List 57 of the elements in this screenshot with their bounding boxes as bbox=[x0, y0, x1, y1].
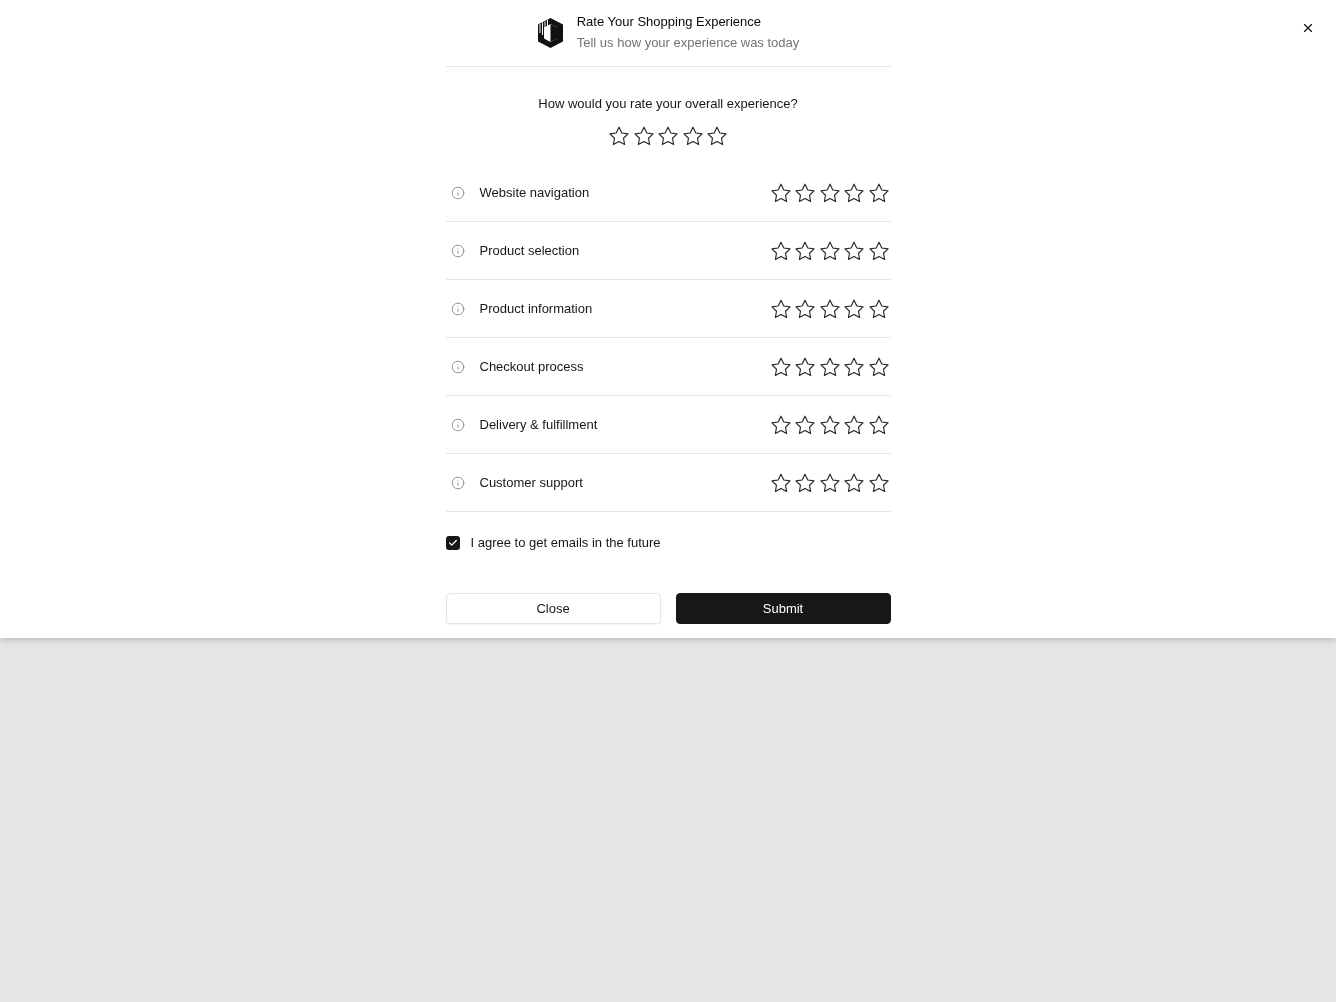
category-label: Checkout process bbox=[479, 357, 584, 376]
star-icon[interactable] bbox=[844, 472, 864, 493]
star-icon[interactable] bbox=[868, 356, 889, 377]
consent-label: I agree to get emails in the future bbox=[470, 534, 661, 552]
logo-icon bbox=[536, 16, 564, 49]
star-icon[interactable] bbox=[770, 472, 791, 493]
star-icon[interactable] bbox=[770, 182, 791, 203]
category-label: Customer support bbox=[479, 473, 583, 492]
info-icon[interactable] bbox=[450, 417, 465, 432]
star-icon[interactable] bbox=[844, 240, 864, 261]
star-icon[interactable] bbox=[819, 298, 840, 319]
star-icon[interactable] bbox=[868, 240, 889, 261]
star-icon[interactable] bbox=[868, 472, 889, 493]
star-icon[interactable] bbox=[795, 240, 815, 261]
star-icon[interactable] bbox=[868, 414, 889, 435]
submit-button[interactable]: Submit bbox=[675, 593, 891, 624]
star-icon[interactable] bbox=[658, 126, 678, 146]
category-label: Product information bbox=[479, 299, 593, 318]
info-icon[interactable] bbox=[450, 301, 465, 316]
star-icon[interactable] bbox=[795, 356, 815, 377]
check-icon bbox=[447, 538, 458, 548]
close-button[interactable]: Close bbox=[445, 593, 661, 624]
star-icon[interactable] bbox=[770, 356, 791, 377]
star-icon[interactable] bbox=[844, 356, 864, 377]
star-icon[interactable] bbox=[844, 414, 864, 435]
info-icon[interactable] bbox=[450, 185, 465, 200]
star-icon[interactable] bbox=[819, 414, 840, 435]
overall-question: How would you rate your overall experience? bbox=[538, 95, 798, 113]
category-label: Delivery & fulfillment bbox=[479, 415, 598, 434]
dialog-subtitle: Tell us how your experience was today bbox=[576, 34, 800, 52]
info-icon[interactable] bbox=[450, 359, 465, 374]
category-label: Product selection bbox=[479, 241, 580, 260]
star-icon[interactable] bbox=[844, 182, 864, 203]
star-icon[interactable] bbox=[770, 414, 791, 435]
star-icon[interactable] bbox=[819, 240, 840, 261]
checkbox[interactable] bbox=[445, 536, 460, 550]
star-icon[interactable] bbox=[868, 298, 889, 319]
star-icon[interactable] bbox=[795, 414, 815, 435]
info-icon[interactable] bbox=[450, 475, 465, 490]
star-icon[interactable] bbox=[770, 240, 791, 261]
star-icon[interactable] bbox=[819, 182, 840, 203]
info-icon[interactable] bbox=[450, 243, 465, 258]
star-icon[interactable] bbox=[795, 472, 815, 493]
star-icon[interactable] bbox=[633, 126, 654, 146]
close-icon[interactable] bbox=[1301, 21, 1315, 35]
star-icon[interactable] bbox=[819, 356, 840, 377]
star-icon[interactable] bbox=[682, 126, 703, 146]
category-label: Website navigation bbox=[479, 183, 590, 202]
star-icon[interactable] bbox=[795, 182, 815, 203]
dialog-title: Rate Your Shopping Experience bbox=[576, 13, 763, 31]
star-icon[interactable] bbox=[795, 298, 815, 319]
star-icon[interactable] bbox=[819, 472, 840, 493]
star-icon[interactable] bbox=[770, 298, 791, 319]
star-icon[interactable] bbox=[868, 182, 889, 203]
star-icon[interactable] bbox=[844, 298, 864, 319]
star-icon[interactable] bbox=[609, 126, 629, 146]
star-icon[interactable] bbox=[707, 126, 727, 146]
